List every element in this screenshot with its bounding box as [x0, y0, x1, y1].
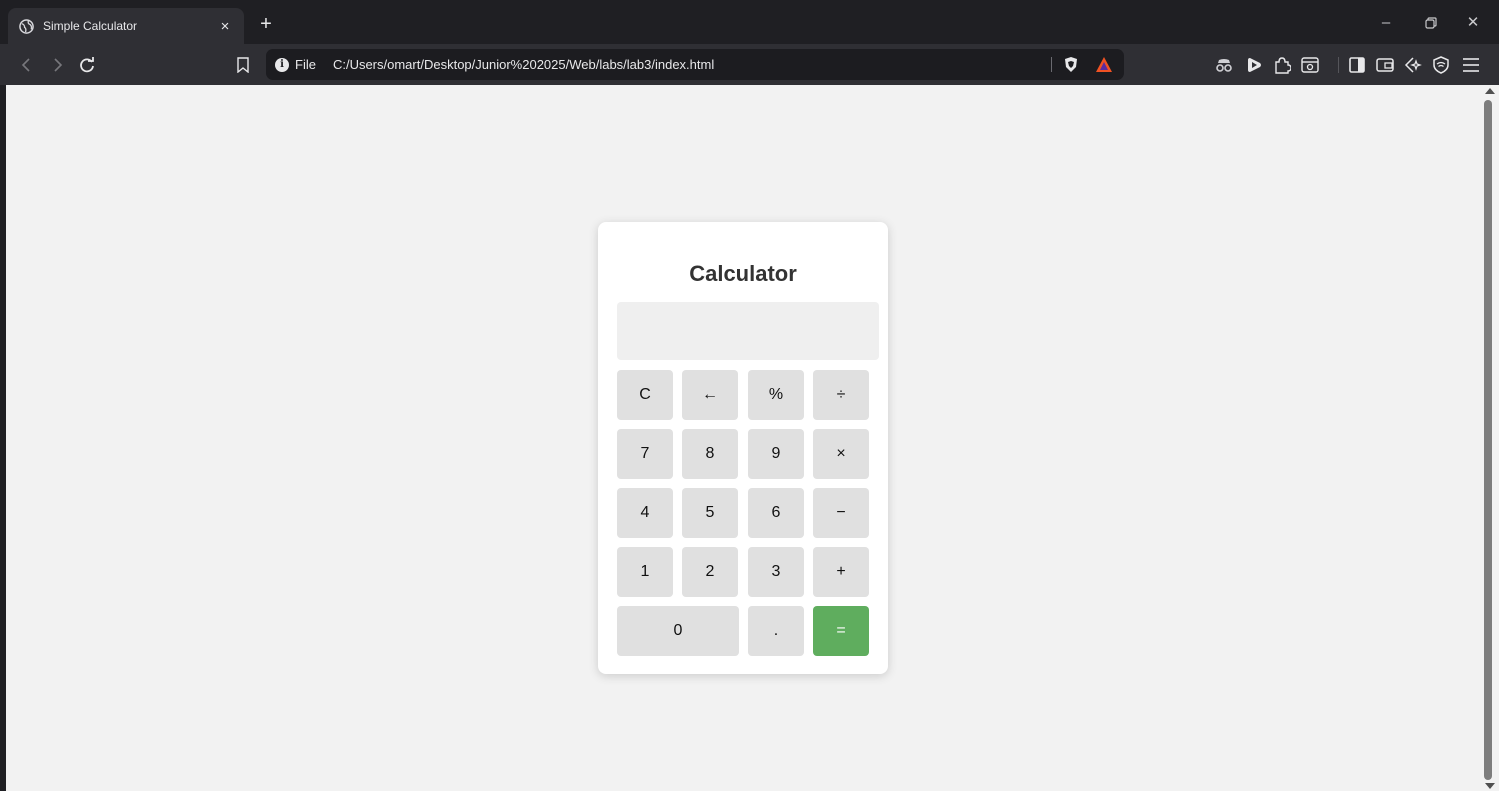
calculator-display[interactable]: [617, 302, 879, 360]
digit-7-button[interactable]: 7: [617, 429, 673, 479]
divide-button[interactable]: ÷: [813, 370, 869, 420]
backspace-button[interactable]: ←: [682, 370, 738, 420]
scroll-down-arrow-icon[interactable]: [1485, 783, 1495, 789]
incognito-glasses-icon[interactable]: [1214, 55, 1234, 75]
tab-close-button[interactable]: ×: [216, 18, 234, 35]
forward-button[interactable]: [44, 52, 70, 78]
digit-2-button[interactable]: 2: [682, 547, 738, 597]
browser-toolbar: i File C:/Users/omart/Desktop/Junior%202…: [0, 44, 1499, 85]
bookmark-button[interactable]: [230, 52, 256, 78]
vpn-icon[interactable]: [1431, 55, 1451, 75]
brave-rewards-icon[interactable]: [1095, 56, 1113, 73]
scroll-up-arrow-icon[interactable]: [1485, 88, 1495, 94]
brave-shields-icon[interactable]: [1063, 56, 1079, 73]
close-window-button[interactable]: ✕: [1458, 10, 1488, 36]
page-viewport: Calculator C ← % ÷ 7 8 9 × 4 5 6 − 1 2 3…: [6, 85, 1481, 791]
calculator-card: Calculator C ← % ÷ 7 8 9 × 4 5 6 − 1 2 3…: [598, 222, 888, 674]
digit-4-button[interactable]: 4: [617, 488, 673, 538]
address-scheme: File: [295, 57, 316, 72]
scrollbar-thumb[interactable]: [1484, 100, 1492, 780]
sidebar-icon[interactable]: [1347, 55, 1367, 75]
digit-5-button[interactable]: 5: [682, 488, 738, 538]
add-button[interactable]: +: [813, 547, 869, 597]
address-url[interactable]: C:/Users/omart/Desktop/Junior%202025/Web…: [333, 57, 714, 72]
leo-ai-icon[interactable]: [1403, 55, 1423, 75]
address-divider: [1051, 57, 1052, 72]
equals-button[interactable]: =: [813, 606, 869, 656]
back-button[interactable]: [14, 52, 40, 78]
minimize-button[interactable]: –: [1371, 10, 1401, 36]
vertical-scrollbar[interactable]: [1481, 85, 1499, 791]
digit-0-button[interactable]: 0: [617, 606, 739, 656]
new-tab-button[interactable]: +: [254, 12, 278, 36]
digit-1-button[interactable]: 1: [617, 547, 673, 597]
restore-icon: [1425, 17, 1437, 29]
reload-button[interactable]: [74, 52, 100, 78]
tab-title: Simple Calculator: [43, 19, 138, 33]
reload-icon: [80, 57, 94, 73]
forward-arrow-icon: [54, 58, 63, 72]
subtract-button[interactable]: −: [813, 488, 869, 538]
digit-9-button[interactable]: 9: [748, 429, 804, 479]
percent-button[interactable]: %: [748, 370, 804, 420]
tab-strip: Simple Calculator × + – ✕: [0, 0, 1499, 44]
restore-button[interactable]: [1416, 10, 1446, 36]
digit-6-button[interactable]: 6: [748, 488, 804, 538]
menu-icon[interactable]: [1461, 55, 1481, 75]
decimal-button[interactable]: .: [748, 606, 804, 656]
back-arrow-icon: [21, 58, 30, 72]
bookmark-icon: [237, 57, 249, 73]
wallet-icon[interactable]: [1375, 55, 1395, 75]
play-icon[interactable]: [1244, 55, 1264, 75]
clear-button[interactable]: C: [617, 370, 673, 420]
digit-3-button[interactable]: 3: [748, 547, 804, 597]
calculator-title: Calculator: [689, 261, 797, 286]
tab-simple-calculator[interactable]: Simple Calculator ×: [8, 8, 244, 44]
screenshot-icon[interactable]: [1300, 55, 1320, 75]
multiply-button[interactable]: ×: [813, 429, 869, 479]
address-bar[interactable]: i File C:/Users/omart/Desktop/Junior%202…: [266, 49, 1124, 80]
digit-8-button[interactable]: 8: [682, 429, 738, 479]
toolbar-divider: [1338, 57, 1339, 73]
site-info-icon[interactable]: i: [275, 57, 289, 72]
extensions-puzzle-icon[interactable]: [1272, 55, 1292, 75]
globe-icon: [18, 18, 34, 34]
